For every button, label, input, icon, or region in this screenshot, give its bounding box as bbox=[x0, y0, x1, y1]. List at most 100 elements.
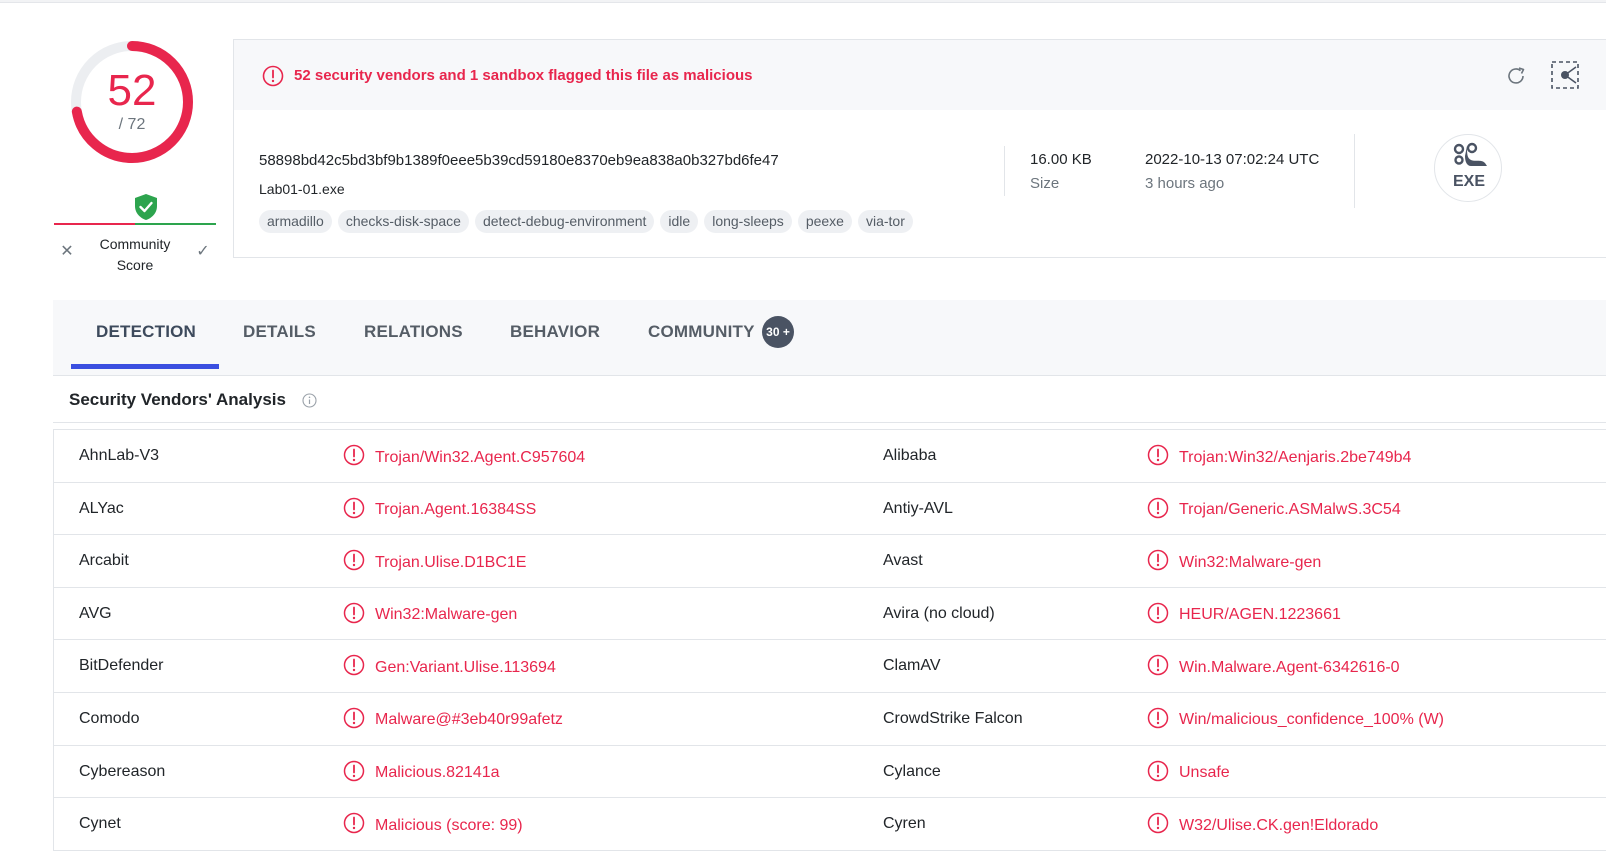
alert-circle-icon bbox=[343, 707, 365, 734]
detection-banner-text: 52 security vendors and 1 sandbox flagge… bbox=[294, 67, 753, 84]
file-tags: armadillo checks-disk-space detect-debug… bbox=[259, 210, 913, 233]
table-row: BitDefender Gen:Variant.Ulise.113694 Cla… bbox=[54, 640, 1606, 693]
alert-circle-icon bbox=[1147, 654, 1169, 681]
vendor-result-text: Trojan:Win32/Aenjaris.2be749b4 bbox=[1179, 448, 1412, 466]
vendor-result-text: Malicious.82141a bbox=[375, 764, 500, 782]
vendor-result[interactable]: Trojan:Win32/Aenjaris.2be749b4 bbox=[1147, 444, 1411, 471]
vendor-result-text: W32/Ulise.CK.gen!Eldorado bbox=[1179, 816, 1379, 834]
vendor-result[interactable]: Trojan/Win32.Agent.C957604 bbox=[343, 444, 585, 471]
vendor-result[interactable]: W32/Ulise.CK.gen!Eldorado bbox=[1147, 812, 1378, 839]
vendor-result[interactable]: Trojan.Ulise.D1BC1E bbox=[343, 549, 526, 576]
tag-checks-disk-space[interactable]: checks-disk-space bbox=[337, 210, 469, 233]
alert-circle-icon bbox=[343, 602, 365, 629]
check-icon: ✓ bbox=[196, 243, 210, 260]
graph-icon[interactable] bbox=[1550, 60, 1590, 95]
file-size-value: 16.00 KB bbox=[1030, 151, 1092, 168]
alert-circle-icon bbox=[1147, 760, 1169, 787]
score-detections: 52 bbox=[107, 66, 157, 115]
vendor-result[interactable]: Gen:Variant.Ulise.113694 bbox=[343, 654, 556, 681]
detection-score-ring: 52 / 72 bbox=[68, 38, 196, 166]
vendor-result-text: Win32:Malware-gen bbox=[375, 606, 518, 624]
file-name: Lab01-01.exe bbox=[259, 181, 345, 197]
vendor-name: Cynet bbox=[79, 815, 121, 833]
vendor-result-text: Unsafe bbox=[1179, 764, 1230, 782]
vendor-result[interactable]: Unsafe bbox=[1147, 760, 1230, 787]
vendor-result-text: Trojan/Generic.ASMalwS.3C54 bbox=[1179, 501, 1401, 519]
tab-behavior[interactable]: BEHAVIOR bbox=[510, 322, 600, 342]
alert-circle-icon bbox=[343, 444, 365, 471]
table-row: Arcabit Trojan.Ulise.D1BC1E Avast Win32:… bbox=[54, 535, 1606, 588]
vendor-name: Comodo bbox=[79, 709, 140, 727]
vendor-result[interactable]: Win32:Malware-gen bbox=[1147, 549, 1321, 576]
alert-circle-icon bbox=[262, 65, 284, 92]
vendor-result[interactable]: Win/malicious_confidence_100% (W) bbox=[1147, 707, 1444, 734]
divider bbox=[1354, 134, 1355, 208]
tag-long-sleeps[interactable]: long-sleeps bbox=[704, 210, 792, 233]
reload-icon[interactable] bbox=[1504, 64, 1528, 93]
tag-peexe[interactable]: peexe bbox=[797, 210, 852, 233]
alert-circle-icon bbox=[1147, 549, 1169, 576]
analysis-date-value: 2022-10-13 07:02:24 UTC bbox=[1145, 151, 1320, 168]
detection-banner: 52 security vendors and 1 sandbox flagge… bbox=[234, 40, 1606, 110]
vendor-result[interactable]: Win.Malware.Agent-6342616-0 bbox=[1147, 654, 1400, 681]
vendor-result[interactable]: Trojan/Generic.ASMalwS.3C54 bbox=[1147, 497, 1401, 524]
vendor-result[interactable]: Win32:Malware-gen bbox=[343, 602, 517, 629]
info-icon[interactable] bbox=[302, 393, 317, 413]
vendor-table: AhnLab-V3 Trojan/Win32.Agent.C957604 Ali… bbox=[53, 429, 1606, 851]
file-hash[interactable]: 58898bd42c5bd3bf9b1389f0eee5b39cd59180e8… bbox=[259, 152, 779, 169]
vendor-result[interactable]: Malicious (score: 99) bbox=[343, 812, 523, 839]
vendor-result-text: Win32:Malware-gen bbox=[1179, 553, 1322, 571]
vendor-name: AhnLab-V3 bbox=[79, 447, 160, 464]
vendor-name: Avast bbox=[883, 552, 923, 570]
vote-malicious-button[interactable]: ✕ bbox=[54, 238, 80, 264]
table-row: AhnLab-V3 Trojan/Win32.Agent.C957604 Ali… bbox=[54, 430, 1606, 483]
section-divider bbox=[53, 422, 1606, 423]
vendor-result-text: Win/malicious_confidence_100% (W) bbox=[1179, 711, 1444, 729]
alert-circle-icon bbox=[343, 654, 365, 681]
tag-detect-debug-environment[interactable]: detect-debug-environment bbox=[474, 210, 655, 233]
vendor-result-text: Malware@#3eb40r99afetz bbox=[375, 711, 563, 729]
table-row: ALYac Trojan.Agent.16384SS Antiy-AVL Tro… bbox=[54, 483, 1606, 536]
file-size-label: Size bbox=[1030, 175, 1060, 192]
table-row: Cynet Malicious (score: 99) Cyren W32/Ul… bbox=[54, 798, 1606, 851]
alert-circle-icon bbox=[343, 760, 365, 787]
score-total: / 72 bbox=[118, 116, 146, 133]
tab-relations[interactable]: RELATIONS bbox=[364, 322, 463, 342]
tag-idle[interactable]: idle bbox=[660, 210, 699, 233]
report-tabs: DETECTION DETAILS RELATIONS BEHAVIOR COM… bbox=[53, 300, 1606, 376]
tab-details[interactable]: DETAILS bbox=[243, 322, 316, 342]
vendor-name: Avira (no cloud) bbox=[883, 604, 995, 622]
section-title: Security Vendors' Analysis bbox=[69, 390, 286, 409]
community-score: ✕ Community Score ✓ bbox=[54, 190, 216, 280]
top-bar-edge bbox=[0, 0, 1606, 3]
community-label-line1: Community bbox=[99, 236, 171, 252]
vendor-result[interactable]: Malicious.82141a bbox=[343, 760, 500, 787]
alert-circle-icon bbox=[1147, 444, 1169, 471]
vendor-name: CrowdStrike Falcon bbox=[883, 709, 1023, 727]
vote-harmless-button[interactable]: ✓ bbox=[190, 238, 216, 264]
vendor-name: BitDefender bbox=[79, 657, 164, 675]
alert-circle-icon bbox=[343, 549, 365, 576]
shield-check-icon bbox=[133, 193, 159, 226]
vendor-result[interactable]: Trojan.Agent.16384SS bbox=[343, 497, 536, 524]
tag-via-tor[interactable]: via-tor bbox=[857, 210, 913, 233]
file-type-badge: EXE bbox=[1434, 134, 1502, 202]
vendor-result[interactable]: Malware@#3eb40r99afetz bbox=[343, 707, 563, 734]
alert-circle-icon bbox=[1147, 707, 1169, 734]
vendor-name: ALYac bbox=[79, 499, 124, 517]
vendor-result-text: Win.Malware.Agent-6342616-0 bbox=[1179, 658, 1400, 676]
table-row: AVG Win32:Malware-gen Avira (no cloud) H… bbox=[54, 588, 1606, 641]
vendor-name: ClamAV bbox=[883, 657, 941, 675]
alert-circle-icon bbox=[1147, 602, 1169, 629]
vendor-result-text: Gen:Variant.Ulise.113694 bbox=[375, 658, 556, 676]
analysis-date-relative: 3 hours ago bbox=[1145, 175, 1225, 192]
tag-armadillo[interactable]: armadillo bbox=[259, 210, 332, 233]
vendor-result-text: Trojan/Win32.Agent.C957604 bbox=[375, 448, 586, 466]
tab-community[interactable]: COMMUNITY bbox=[648, 322, 755, 342]
file-type-label: EXE bbox=[1452, 173, 1485, 190]
vendor-name: AVG bbox=[79, 604, 112, 622]
vendor-name: Alibaba bbox=[883, 447, 937, 464]
vendor-result-text: Trojan.Ulise.D1BC1E bbox=[375, 553, 527, 571]
tab-detection[interactable]: DETECTION bbox=[96, 322, 196, 342]
vendor-result[interactable]: HEUR/AGEN.1223661 bbox=[1147, 602, 1341, 629]
